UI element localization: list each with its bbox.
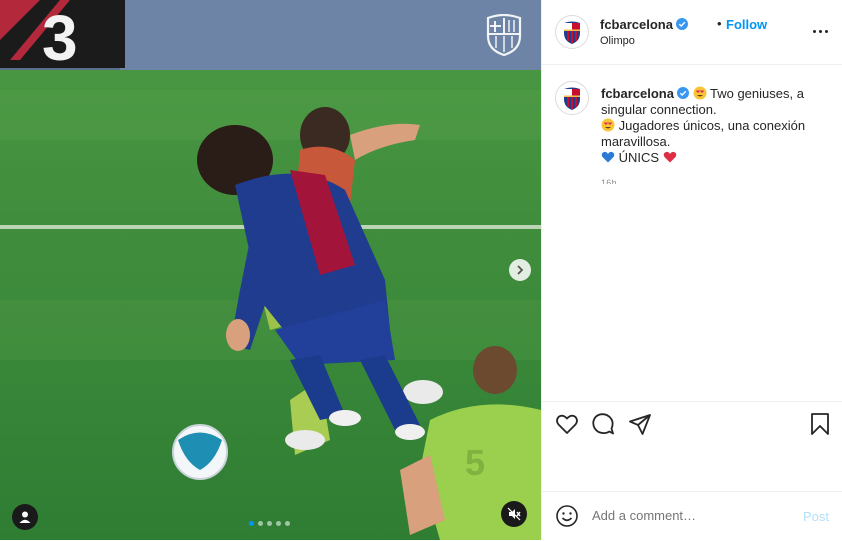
carousel-dot (285, 521, 290, 526)
caption-text: fcbarcelona Two geniuses, a singular con… (601, 86, 831, 166)
caption-catalan: ÚNICS (618, 150, 660, 165)
comment-bar: Post (542, 491, 842, 541)
video-frame: 3 5 (0, 0, 541, 540)
caption-line: Jugadores únicos, una conexión maravillo… (601, 118, 831, 150)
action-bar (542, 401, 842, 492)
avatar[interactable] (555, 81, 589, 115)
heart-eyes-emoji-icon (693, 86, 707, 100)
carousel-dot (276, 521, 281, 526)
more-icon (813, 30, 816, 33)
carousel-dot (258, 521, 263, 526)
separator-dot: • (717, 16, 722, 31)
more-options-button[interactable] (813, 30, 828, 33)
like-heart-icon[interactable] (555, 412, 579, 436)
avatar[interactable] (555, 15, 589, 49)
carousel-dot (249, 521, 254, 526)
location-link[interactable]: Olimpo (600, 35, 635, 47)
post-comment-button[interactable]: Post (803, 509, 829, 524)
share-paper-plane-icon[interactable] (628, 412, 652, 436)
verified-badge-icon (676, 87, 689, 99)
tagged-users-button[interactable] (12, 504, 38, 530)
caption-line: fcbarcelona Two geniuses, a singular con… (601, 86, 831, 118)
post-header: fcbarcelona • Follow Olimpo (542, 0, 842, 65)
mute-toggle-button[interactable] (501, 501, 527, 527)
save-bookmark-icon[interactable] (808, 412, 832, 436)
emoji-picker-icon[interactable] (556, 505, 578, 527)
username-link[interactable]: fcbarcelona (600, 17, 688, 32)
speaker-muted-icon (507, 507, 521, 521)
chevron-right-icon (517, 265, 524, 275)
carousel-indicator (249, 521, 290, 526)
club-crest-watermark-icon (486, 14, 522, 56)
follow-button[interactable]: Follow (726, 17, 767, 32)
verified-badge-icon (675, 18, 688, 30)
red-heart-emoji-icon (663, 151, 676, 163)
blue-heart-emoji-icon (601, 151, 615, 163)
caption-area: fcbarcelona Two geniuses, a singular con… (542, 64, 842, 401)
user-icon (19, 511, 31, 523)
caption-spanish: Jugadores únicos, una conexión maravillo… (601, 118, 806, 149)
caption-line: ÚNICS (601, 150, 831, 166)
username: fcbarcelona (600, 17, 673, 32)
overlay-number: 3 (42, 2, 78, 74)
comment-input[interactable] (592, 508, 782, 523)
comment-icon[interactable] (591, 412, 615, 436)
club-crest-icon (557, 17, 587, 47)
next-slide-button[interactable] (509, 259, 531, 281)
svg-text:5: 5 (465, 442, 485, 483)
post-side-panel: fcbarcelona • Follow Olimpo fcbarcelona (541, 0, 842, 540)
post-media[interactable]: 3 5 (0, 0, 541, 540)
heart-eyes-emoji-icon (601, 118, 615, 132)
caption-username[interactable]: fcbarcelona (601, 86, 674, 101)
club-crest-icon (557, 83, 587, 113)
post-timestamp: 16h (601, 178, 617, 184)
carousel-dot (267, 521, 272, 526)
